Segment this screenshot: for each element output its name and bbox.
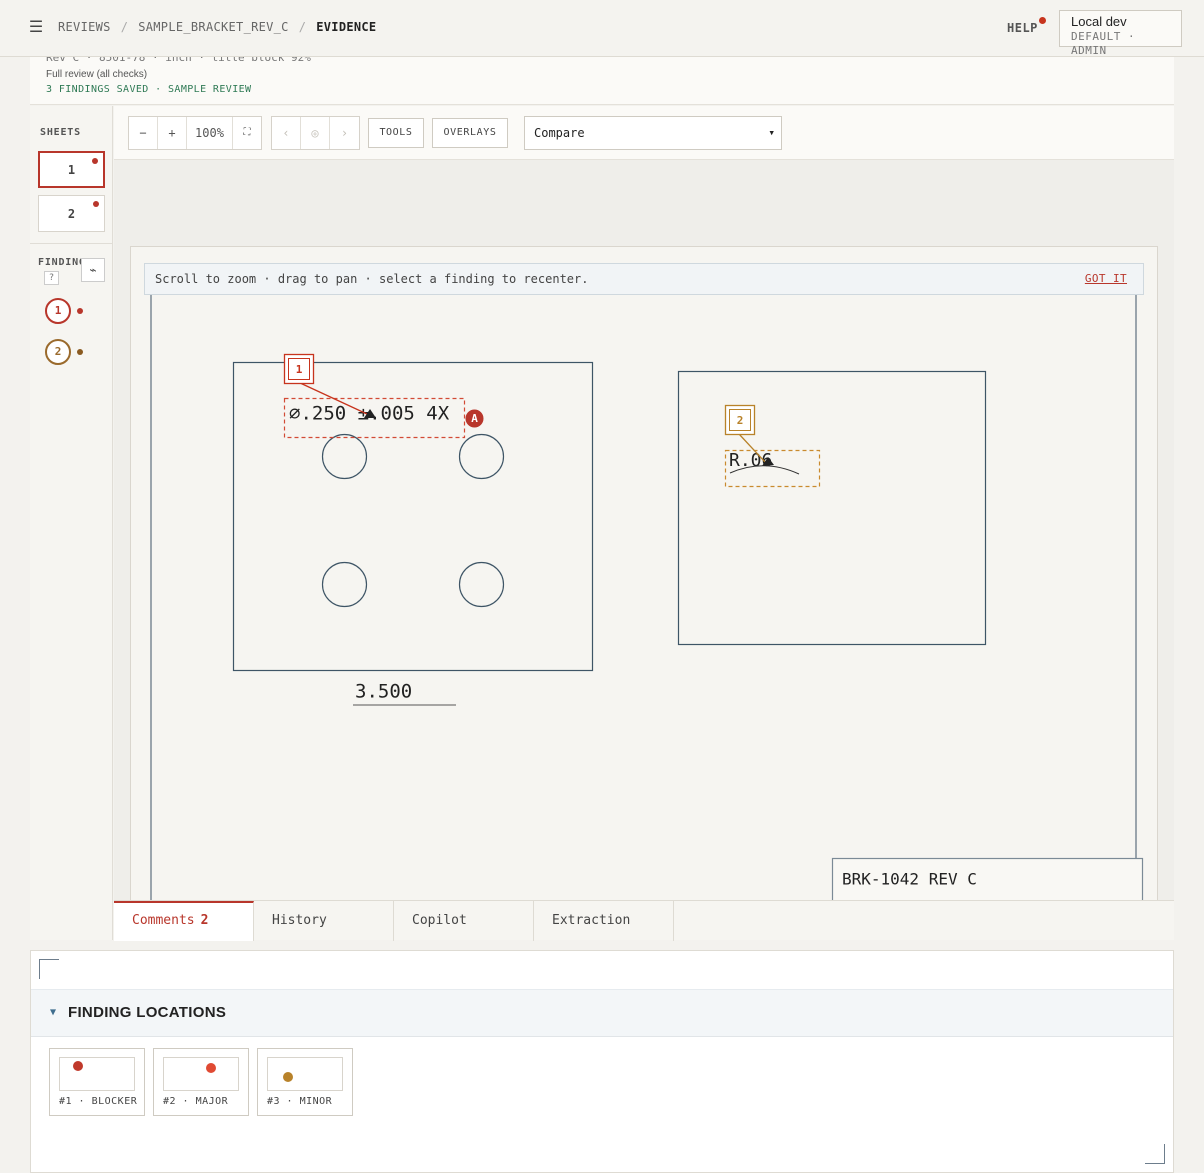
dimension-text: 3.500 bbox=[355, 681, 412, 703]
hamburger-menu-icon[interactable]: ☰ bbox=[28, 19, 44, 35]
expand-triangle-icon: ▼ bbox=[50, 1007, 57, 1018]
location-pin bbox=[206, 1063, 216, 1073]
sheet-label: 1 bbox=[67, 163, 76, 177]
viewer-hint-banner: Scroll to zoom · drag to pan · select a … bbox=[144, 263, 1144, 295]
sheet-finding-dot bbox=[92, 158, 98, 164]
finding-locations-header[interactable]: ▼ FINDING LOCATIONS bbox=[31, 989, 1173, 1037]
location-thumbnail bbox=[163, 1057, 239, 1091]
top-bar: ☰ REVIEWS / SAMPLE_BRACKET_REV_C / EVIDE… bbox=[0, 0, 1204, 57]
hole-2 bbox=[458, 433, 505, 480]
breadcrumb-review[interactable]: SAMPLE_BRACKET_REV_C bbox=[138, 20, 289, 34]
save-status: 3 FINDINGS SAVED · SAMPLE REVIEW bbox=[46, 84, 252, 95]
collapse-rail-icon[interactable]: ⌁ bbox=[81, 258, 105, 282]
sheet-thumb-1[interactable]: 1 bbox=[38, 151, 105, 188]
sheet-thumb-2[interactable]: 2 bbox=[38, 195, 105, 232]
location-thumbnail bbox=[267, 1057, 343, 1091]
tab-extraction[interactable]: Extraction bbox=[534, 901, 674, 941]
finding-severity-dot bbox=[77, 308, 83, 314]
hole-4 bbox=[458, 561, 505, 608]
center-finding-icon[interactable]: ◎ bbox=[301, 117, 330, 149]
chevron-down-icon: ▾ bbox=[768, 126, 775, 139]
sheet-label: 2 bbox=[67, 207, 76, 221]
location-thumbnail bbox=[59, 1057, 135, 1091]
rail-divider bbox=[30, 243, 113, 244]
fit-to-screen-icon[interactable]: ⛶ bbox=[233, 117, 261, 149]
finding-location-card-2[interactable]: #2 · MAJOR bbox=[153, 1048, 249, 1116]
viewer-toolbar: − + 100% ⛶ ‹ ◎ › TOOLS OVERLAYS Compare … bbox=[114, 106, 1174, 160]
zoom-in-button[interactable]: + bbox=[158, 117, 187, 149]
help-notification-dot bbox=[1039, 17, 1046, 24]
breadcrumb-separator: / bbox=[298, 20, 307, 34]
zoom-level[interactable]: 100% bbox=[187, 117, 233, 149]
tab-comments[interactable]: Comments 2 bbox=[114, 901, 254, 941]
finding-navigation: ‹ ◎ › bbox=[271, 116, 360, 150]
environment-name: Local dev bbox=[1071, 14, 1127, 29]
tab-label: Extraction bbox=[552, 913, 631, 928]
tab-copilot[interactable]: Copilot bbox=[394, 901, 534, 941]
finding-2-marker-label: 2 bbox=[737, 414, 744, 427]
dismiss-hint-button[interactable]: GOT IT bbox=[1085, 264, 1127, 294]
overlays-button[interactable]: OVERLAYS bbox=[432, 118, 508, 148]
tools-button[interactable]: TOOLS bbox=[368, 118, 424, 148]
compare-select-value: Compare bbox=[534, 126, 585, 140]
left-rail: SHEETS 1 2 FINDING ? ⌁ 1 2 bbox=[30, 106, 113, 940]
hole-1 bbox=[321, 433, 368, 480]
breadcrumb-separator: / bbox=[120, 20, 129, 34]
finding-1-marker-label: 1 bbox=[296, 363, 303, 376]
next-finding-button[interactable]: › bbox=[330, 117, 359, 149]
findings-title: FINDING bbox=[38, 257, 86, 268]
corner-bracket-icon bbox=[1145, 1144, 1165, 1164]
location-label: #2 · MAJOR bbox=[163, 1096, 229, 1107]
section-title: FINDING LOCATIONS bbox=[68, 1004, 227, 1021]
review-mode: Full review (all checks) bbox=[46, 69, 148, 80]
compare-select[interactable]: Compare ▾ bbox=[524, 116, 782, 150]
part-view-side bbox=[677, 370, 987, 646]
finding-severity-dot bbox=[77, 349, 83, 355]
review-subheader: Rev C · 8501-78 · inch · title block 92%… bbox=[30, 51, 1174, 105]
finding-item-1[interactable]: 1 bbox=[45, 298, 71, 324]
corner-bracket-icon bbox=[39, 959, 59, 979]
help-button[interactable]: HELP bbox=[1007, 21, 1038, 35]
tab-label: Comments bbox=[132, 913, 195, 928]
zoom-controls: − + 100% ⛶ bbox=[128, 116, 262, 150]
breadcrumb-reviews[interactable]: REVIEWS bbox=[58, 20, 111, 34]
environment-role: DEFAULT · ADMIN bbox=[1071, 30, 1136, 57]
bottom-tabs: Comments 2 History Copilot Extraction bbox=[114, 900, 1174, 941]
drawing-viewer[interactable]: Scroll to zoom · drag to pan · select a … bbox=[114, 160, 1174, 900]
finding-item-2[interactable]: 2 bbox=[45, 339, 71, 365]
sheets-title: SHEETS bbox=[40, 127, 81, 138]
breadcrumb-current: EVIDENCE bbox=[316, 20, 377, 34]
location-pin bbox=[73, 1061, 83, 1071]
findings-help-button[interactable]: ? bbox=[44, 271, 59, 285]
tab-label: Copilot bbox=[412, 913, 467, 928]
tab-history[interactable]: History bbox=[254, 901, 394, 941]
prev-finding-button[interactable]: ‹ bbox=[272, 117, 301, 149]
finding-location-card-1[interactable]: #1 · BLOCKER bbox=[49, 1048, 145, 1116]
sheet-finding-dot bbox=[93, 201, 99, 207]
location-label: #1 · BLOCKER bbox=[59, 1096, 138, 1107]
tab-label: History bbox=[272, 913, 327, 928]
anchor-badge-label: A bbox=[471, 412, 478, 425]
title-block-text: BRK-1042 REV C bbox=[842, 870, 977, 889]
location-label: #3 · MINOR bbox=[267, 1096, 333, 1107]
breadcrumb: REVIEWS / SAMPLE_BRACKET_REV_C / EVIDENC… bbox=[58, 20, 376, 34]
location-pin bbox=[283, 1072, 293, 1082]
environment-switcher[interactable]: Local dev DEFAULT · ADMIN bbox=[1059, 10, 1182, 57]
hint-text: Scroll to zoom · drag to pan · select a … bbox=[155, 272, 589, 286]
zoom-out-button[interactable]: − bbox=[129, 117, 158, 149]
finding-location-card-3[interactable]: #3 · MINOR bbox=[257, 1048, 353, 1116]
tab-count-badge: 2 bbox=[200, 913, 209, 928]
hole-3 bbox=[321, 561, 368, 608]
finding-locations-panel: ▼ FINDING LOCATIONS #1 · BLOCKER #2 · MA… bbox=[30, 950, 1174, 1173]
